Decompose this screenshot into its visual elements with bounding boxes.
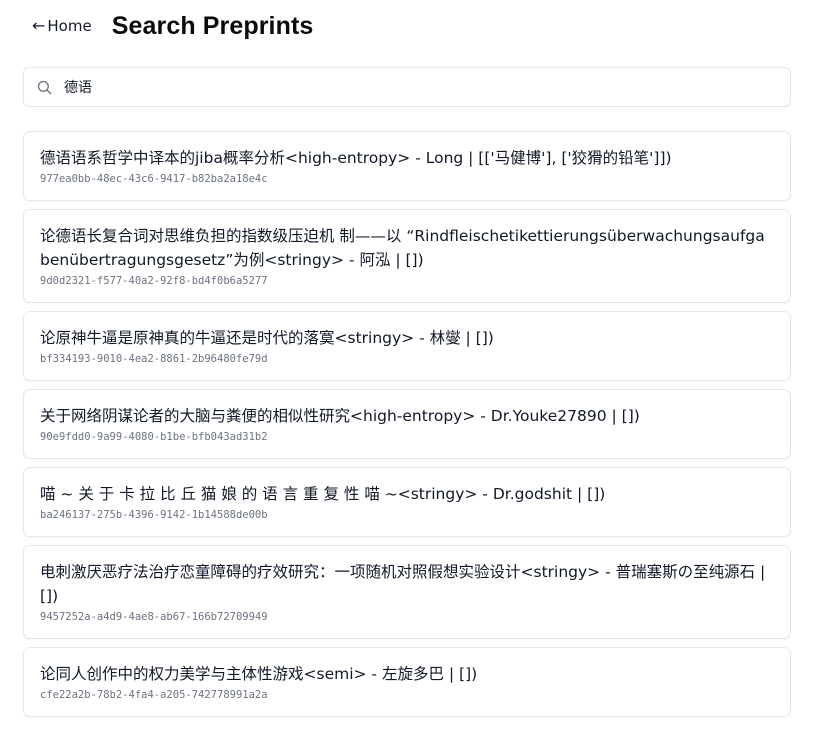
home-link-label: Home (47, 17, 92, 35)
result-id: 9457252a-a4d9-4ae8-ab67-166b72709949 (40, 611, 268, 623)
header: ← Home Search Preprints (32, 8, 313, 44)
result-title: 德语语系哲学中译本的jiba概率分析<high-entropy> - Long … (40, 149, 672, 167)
result-title: 论德语长复合词对思维负担的指数级压迫机 制——以 “Rindfleischeti… (40, 227, 765, 269)
result-id: bf334193-9010-4ea2-8861-2b96480fe79d (40, 353, 268, 365)
result-card[interactable]: 喵 ~ 关 于 卡 拉 比 丘 猫 娘 的 语 言 重 复 性 喵 ~<stri… (23, 467, 791, 537)
result-card[interactable]: 论德语长复合词对思维负担的指数级压迫机 制——以 “Rindfleischeti… (23, 209, 791, 303)
result-title: 电刺激厌恶疗法治疗恋童障碍的疗效研究：一项随机对照假想实验设计<stringy>… (40, 563, 766, 605)
result-card[interactable]: 德语语系哲学中译本的jiba概率分析<high-entropy> - Long … (23, 131, 791, 201)
result-id: cfe22a2b-78b2-4fa4-a205-742778991a2a (40, 689, 268, 701)
result-title: 论同人创作中的权力美学与主体性游戏<semi> - 左旋多巴 | []) (40, 665, 478, 683)
result-id: 90e9fdd0-9a99-4080-b1be-bfb043ad31b2 (40, 431, 268, 443)
home-link[interactable]: ← Home (32, 17, 92, 35)
result-id: ba246137-275b-4396-9142-1b14588de00b (40, 509, 268, 521)
back-arrow-icon: ← (32, 16, 46, 35)
result-title: 关于网络阴谋论者的大脑与粪便的相似性研究<high-entropy> - Dr.… (40, 407, 640, 425)
result-card[interactable]: 论原神牛逼是原神真的牛逼还是时代的落寞<stringy> - 林燮 | []) … (23, 311, 791, 381)
result-id: 9d0d2321-f577-40a2-92f8-bd4f0b6a5277 (40, 275, 268, 287)
result-card[interactable]: 电刺激厌恶疗法治疗恋童障碍的疗效研究：一项随机对照假想实验设计<stringy>… (23, 545, 791, 639)
result-card[interactable]: 论同人创作中的权力美学与主体性游戏<semi> - 左旋多巴 | []) cfe… (23, 647, 791, 717)
result-title: 喵 ~ 关 于 卡 拉 比 丘 猫 娘 的 语 言 重 复 性 喵 ~<stri… (40, 485, 606, 503)
search-input[interactable] (64, 79, 744, 95)
result-id: 977ea0bb-48ec-43c6-9417-b82ba2a18e4c (40, 173, 268, 185)
page-title: Search Preprints (111, 11, 314, 40)
search-icon (36, 79, 52, 95)
search-bar[interactable] (23, 67, 791, 107)
result-card[interactable]: 关于网络阴谋论者的大脑与粪便的相似性研究<high-entropy> - Dr.… (23, 389, 791, 459)
result-title: 论原神牛逼是原神真的牛逼还是时代的落寞<stringy> - 林燮 | []) (40, 329, 494, 347)
